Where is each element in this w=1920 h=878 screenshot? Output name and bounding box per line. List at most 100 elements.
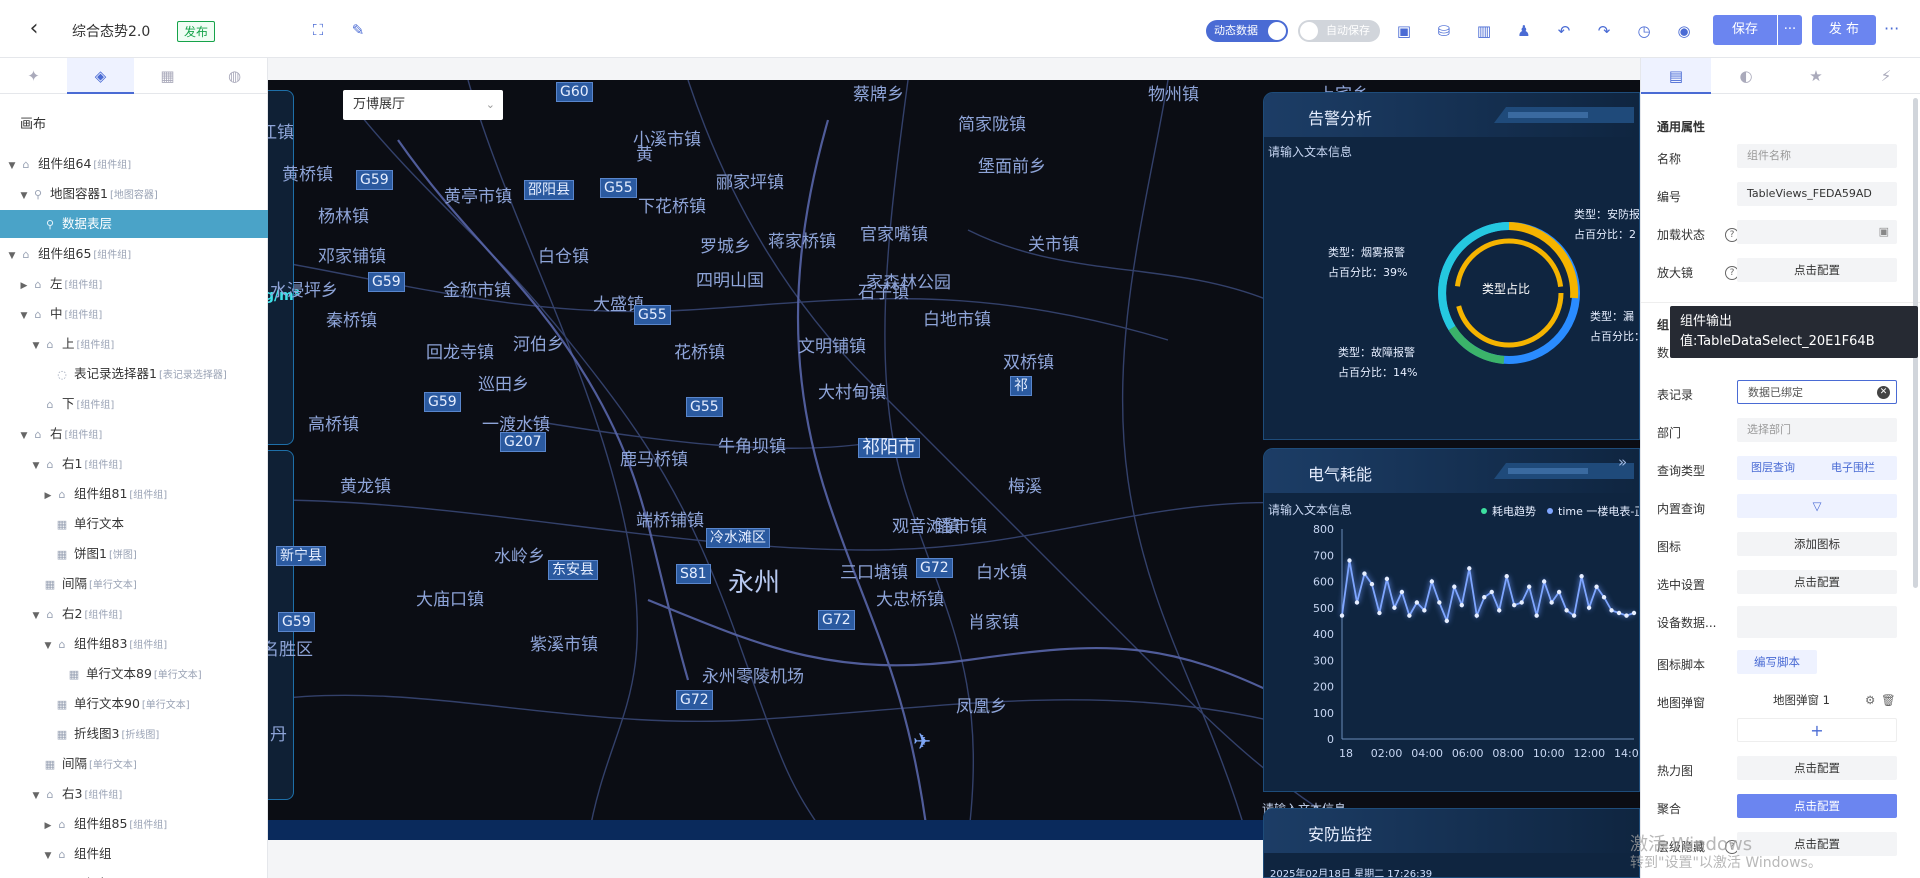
redo-icon[interactable]: ↷ <box>1594 21 1614 41</box>
tree-item[interactable]: ▦ 饼图1 [饼图] <box>0 540 268 568</box>
expand-arrow-icon[interactable]: ▼ <box>30 602 42 630</box>
tree-item[interactable]: ▼ ⌂ 组件组83 [组件组] <box>0 630 268 658</box>
shirt-icon[interactable]: ♟ <box>1514 21 1534 41</box>
auto-save-toggle[interactable]: 自动保存 <box>1298 20 1380 42</box>
expand-arrow-icon[interactable]: ▼ <box>18 422 30 450</box>
eye-icon[interactable]: ◉ <box>1674 21 1694 41</box>
cluster-config-button[interactable]: 点击配置 <box>1737 794 1897 818</box>
place-label: 冷水滩区 <box>706 528 770 548</box>
expand-arrow-icon[interactable]: ▶ <box>42 482 54 510</box>
brush-icon[interactable]: ✎ <box>348 20 368 40</box>
security-panel[interactable]: 安防监控 2025年02月18日 星期二 17:26:39 <box>1263 808 1640 878</box>
tree-item[interactable]: ▦ 单行文本89 [单行文本] <box>0 660 268 688</box>
load-state-input[interactable]: ▣ <box>1737 220 1897 244</box>
add-icon-button[interactable]: 添加图标 <box>1737 532 1897 556</box>
image-icon[interactable]: ▣ <box>1394 21 1414 41</box>
data-point <box>1467 566 1472 571</box>
cluster-label: 聚合 <box>1657 802 1682 816</box>
select-setting-button[interactable]: 点击配置 <box>1737 570 1897 594</box>
clear-icon[interactable]: ✕ <box>1877 386 1890 399</box>
record-input[interactable]: 数据已绑定 ✕ <box>1737 380 1897 404</box>
map-popup-item[interactable]: 地图弹窗 1 ⚙ 🗑 <box>1737 688 1897 712</box>
tab-users[interactable]: ◍ <box>201 58 268 94</box>
tab-properties[interactable]: ▤ <box>1641 58 1711 94</box>
expand-arrow-icon[interactable]: ▶ <box>18 272 30 300</box>
data-point <box>1579 574 1584 579</box>
tree-item[interactable]: ▼ ⌂ 上 [组件组] <box>0 330 268 358</box>
expand-arrow-icon[interactable]: ▼ <box>18 302 30 330</box>
icon-label: 图标 <box>1657 540 1682 554</box>
tree-item[interactable]: ▦ 间隔 [单行文本] <box>0 750 268 778</box>
save-more-button[interactable]: ··· <box>1778 15 1802 45</box>
undo-icon[interactable]: ↶ <box>1554 21 1574 41</box>
tree-item[interactable]: ▼ ⌂ 右2 [组件组] <box>0 600 268 628</box>
heatmap-config-button[interactable]: 点击配置 <box>1737 756 1897 780</box>
tree-item[interactable]: ▦ 间隔 [单行文本] <box>0 570 268 598</box>
tab-components[interactable]: ✦ <box>0 58 67 94</box>
component-icon: ▦ <box>68 668 80 681</box>
tree-item[interactable]: ⌂ 下 [组件组] <box>0 390 268 418</box>
tree-item[interactable]: ▼ ⌂ 组件组65 [组件组] <box>0 240 268 268</box>
tab-style[interactable]: ◐ <box>1711 58 1781 94</box>
back-button[interactable]: ‹ <box>22 17 46 41</box>
tab-favorites[interactable]: ★ <box>1781 58 1851 94</box>
overflow-menu-button[interactable]: ··· <box>1884 19 1899 38</box>
expand-arrow-icon[interactable]: ▶ <box>42 812 54 840</box>
tree-item[interactable]: ◌ 表记录选择器1 [表记录选择器] <box>0 360 268 388</box>
dynamic-data-toggle[interactable]: 动态数据 <box>1206 20 1288 42</box>
code-input[interactable]: TableViews_FEDA59AD <box>1737 182 1897 206</box>
tree-item[interactable]: ▶ ⌂ 组件组81 [组件组] <box>0 480 268 508</box>
query-option-layer[interactable]: 图层查询 <box>1751 456 1795 480</box>
alarm-panel-title: 告警分析 <box>1308 109 1373 128</box>
expand-arrow-icon[interactable]: ▼ <box>30 452 42 480</box>
dept-select[interactable]: 选择部门 <box>1737 418 1897 442</box>
align-icon[interactable]: ▥ <box>1474 21 1494 41</box>
tree-item[interactable]: ▶ ⌂ 组件组85 [组件组] <box>0 810 268 838</box>
expand-arrow-icon[interactable]: ▼ <box>6 152 18 180</box>
expand-arrow-icon[interactable]: ▼ <box>18 182 30 210</box>
tree-item[interactable]: ▶ ⌂ 左 [组件组] <box>0 270 268 298</box>
energy-panel[interactable]: 电气耗能 » 请输入文本信息 0 100 200 300 400 500 600 700 800… <box>1263 448 1640 792</box>
tree-item[interactable]: ⌂视频1[视频] <box>0 870 268 878</box>
tab-modules[interactable]: ▦ <box>134 58 201 94</box>
tab-events[interactable]: ⚡ <box>1851 58 1920 94</box>
tree-item[interactable]: ▼ ⌂ 右3 [组件组] <box>0 780 268 808</box>
expand-arrow-icon[interactable]: ▼ <box>42 842 54 870</box>
tree-item[interactable]: ▼ ⌂ 中 [组件组] <box>0 300 268 328</box>
device-data-input[interactable] <box>1737 606 1897 638</box>
tree-item[interactable]: ⚲ 数据表层 <box>0 210 268 238</box>
name-input[interactable]: 组件名称 <box>1737 144 1897 168</box>
query-option-fence[interactable]: 电子围栏 <box>1831 456 1875 480</box>
tree-item[interactable]: ▦ 折线图3 [折线图] <box>0 720 268 748</box>
tree-item[interactable]: ▼ ⚲ 地图容器1 [地图容器] <box>0 180 268 208</box>
alarm-analysis-panel[interactable]: 告警分析 请输入文本信息 类型占比 类型：安防报 占百分比：2 类型：烟雾报警 占百… <box>1263 92 1640 440</box>
save-button[interactable]: 保存 <box>1713 15 1777 45</box>
double-chevron-right-icon[interactable]: » <box>1618 453 1627 471</box>
gear-icon[interactable]: ⚙ <box>1865 688 1875 712</box>
energy-panel-title: 电气耗能 <box>1308 465 1373 484</box>
place-label: 紫溪市镇 <box>530 635 598 655</box>
tree-item[interactable]: ▼ ⌂ 右 [组件组] <box>0 420 268 448</box>
tree-item[interactable]: ▦ 单行文本90 [单行文本] <box>0 690 268 718</box>
hall-select[interactable]: 万博展厅 ⌄ <box>343 90 503 120</box>
trash-icon[interactable]: 🗑 <box>1881 688 1896 712</box>
tree-item[interactable]: ▼ ⌂ 组件组64 [组件组] <box>0 150 268 178</box>
filter-button[interactable]: ▽ <box>1737 494 1897 518</box>
publish-button[interactable]: 发 布 <box>1812 15 1876 45</box>
fit-screen-icon[interactable]: ⛶ <box>308 20 328 40</box>
expand-arrow-icon[interactable]: ▼ <box>42 632 54 660</box>
expand-arrow-icon[interactable]: ▼ <box>6 242 18 270</box>
expand-arrow-icon[interactable]: ▼ <box>30 332 42 360</box>
magnifier-config-button[interactable]: 点击配置 <box>1737 258 1897 282</box>
tree-item[interactable]: ▦ 单行文本 <box>0 510 268 538</box>
expand-arrow-icon[interactable]: ▼ <box>30 782 42 810</box>
add-popup-button[interactable]: + <box>1737 718 1897 742</box>
database-icon[interactable]: ⛁ <box>1434 21 1454 41</box>
tree-item[interactable]: ▼ ⌂ 组件组 <box>0 840 268 868</box>
tree-item-label: 间隔 <box>62 576 88 591</box>
tab-layers[interactable]: ◈ <box>67 58 134 94</box>
place-label: 下花桥镇 <box>638 197 706 217</box>
write-script-button[interactable]: 编写脚本 <box>1737 650 1817 674</box>
tree-item[interactable]: ▼ ⌂ 右1 [组件组] <box>0 450 268 478</box>
clock-icon[interactable]: ◷ <box>1634 21 1654 41</box>
